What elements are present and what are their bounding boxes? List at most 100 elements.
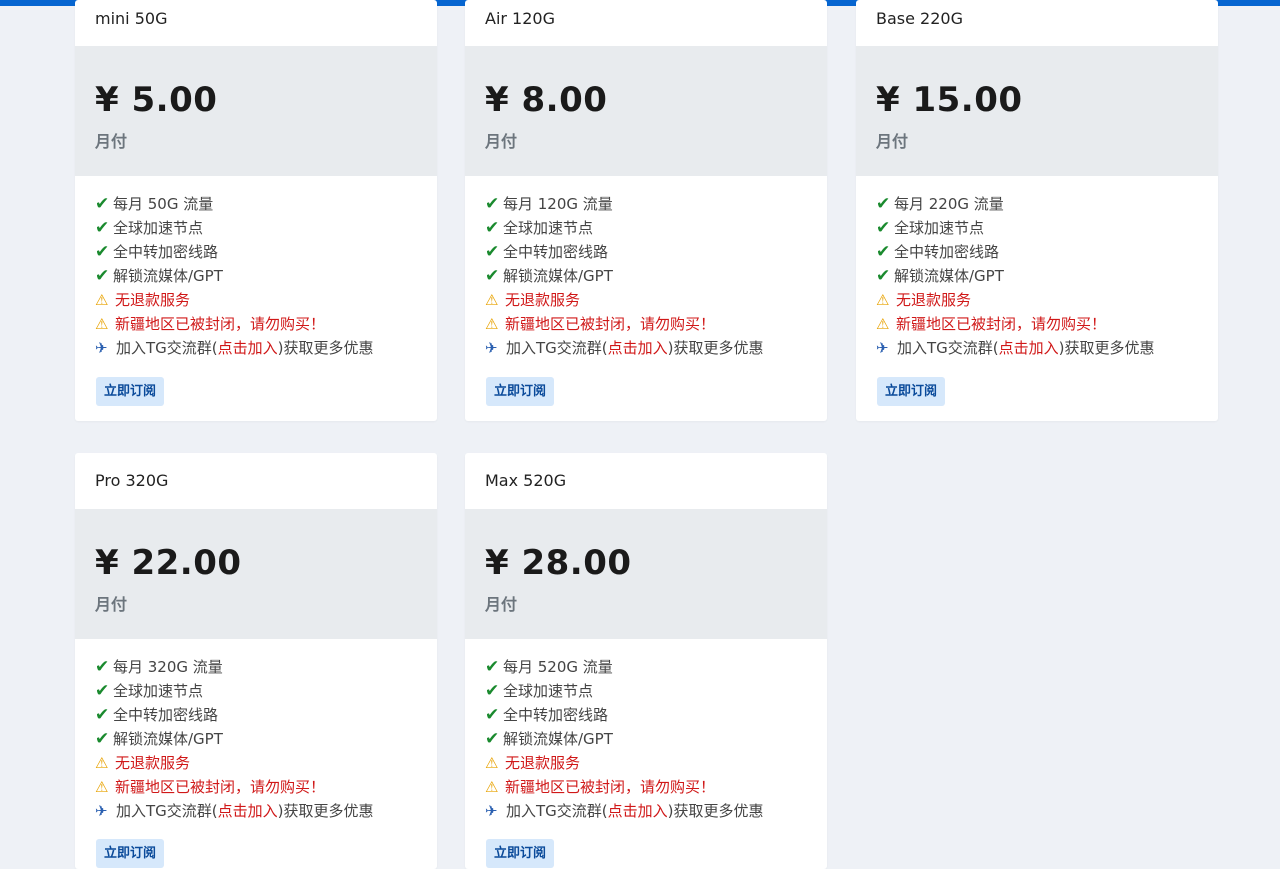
subscribe-button[interactable]: 立即订阅	[486, 839, 555, 868]
warning-icon: ⚠	[876, 315, 890, 333]
feature-item: ✔ 全中转加密线路	[95, 242, 219, 262]
region-warning: ⚠ 新疆地区已被封闭，请勿购买！	[485, 312, 764, 336]
subscribe-button[interactable]: 立即订阅	[96, 839, 165, 868]
subscribe-button[interactable]: 立即订阅	[96, 377, 165, 406]
subscribe-button[interactable]: 立即订阅	[877, 377, 946, 406]
plane-icon: ✈	[485, 339, 498, 357]
feature-list: ✔ 每月 50G 流量 ✔ 全球加速节点 ✔ 全中转加密线路 ✔ 解锁流媒体/GPT ⚠…	[95, 192, 374, 360]
feature-item: ✔ 解锁流媒体/GPT	[95, 729, 223, 749]
feature-list: ✔ 每月 520G 流量 ✔ 全球加速节点 ✔ 全中转加密线路 ✔ 解锁流媒体/GPT …	[485, 655, 764, 823]
no-refund-notice: ⚠ 无退款服务	[485, 288, 764, 312]
plan-price: ¥ 8.00	[485, 80, 608, 120]
warning-icon: ⚠	[95, 291, 109, 309]
tg-group-promo: ✈ 加入TG交流群(点击加入)获取更多优惠	[485, 799, 764, 823]
price-block: ¥ 28.00 月付	[465, 509, 827, 639]
warning-icon: ⚠	[485, 778, 499, 796]
billing-period: 月付	[485, 595, 518, 614]
join-tg-link[interactable]: 点击加入	[218, 802, 278, 820]
check-icon: ✔	[485, 218, 500, 238]
check-icon: ✔	[876, 218, 891, 238]
feature-item: ✔ 全中转加密线路	[485, 242, 609, 262]
billing-period: 月付	[876, 132, 909, 151]
check-icon: ✔	[95, 242, 110, 262]
plan-name: Pro 320G	[95, 471, 169, 490]
no-refund-notice: ⚠ 无退款服务	[95, 751, 374, 775]
join-tg-link[interactable]: 点击加入	[608, 802, 668, 820]
feature-item: ✔ 每月 120G 流量	[485, 194, 613, 214]
feature-list: ✔ 每月 120G 流量 ✔ 全球加速节点 ✔ 全中转加密线路 ✔ 解锁流媒体/GPT …	[485, 192, 764, 360]
warning-icon: ⚠	[95, 754, 109, 772]
tg-group-promo: ✈ 加入TG交流群(点击加入)获取更多优惠	[485, 336, 764, 360]
plan-card-mini: mini 50G ¥ 5.00 月付 ✔ 每月 50G 流量 ✔ 全球加速节点 ✔ 全…	[75, 0, 437, 421]
feature-item: ✔ 全球加速节点	[485, 218, 594, 238]
feature-item: ✔ 全球加速节点	[95, 218, 204, 238]
feature-item: ✔ 全中转加密线路	[485, 705, 609, 725]
check-icon: ✔	[485, 242, 500, 262]
join-tg-link[interactable]: 点击加入	[999, 339, 1059, 357]
warning-icon: ⚠	[485, 315, 499, 333]
check-icon: ✔	[485, 729, 500, 749]
feature-item: ✔ 解锁流媒体/GPT	[95, 266, 223, 286]
price-block: ¥ 5.00 月付	[75, 46, 437, 176]
check-icon: ✔	[876, 266, 891, 286]
check-icon: ✔	[485, 681, 500, 701]
warning-icon: ⚠	[485, 754, 499, 772]
plan-price: ¥ 28.00	[485, 543, 632, 583]
plane-icon: ✈	[876, 339, 889, 357]
region-warning: ⚠ 新疆地区已被封闭，请勿购买！	[95, 775, 374, 799]
feature-list: ✔ 每月 220G 流量 ✔ 全球加速节点 ✔ 全中转加密线路 ✔ 解锁流媒体/GPT …	[876, 192, 1155, 360]
check-icon: ✔	[95, 657, 110, 677]
plan-price: ¥ 22.00	[95, 543, 242, 583]
check-icon: ✔	[95, 194, 110, 214]
plan-card-max: Max 520G ¥ 28.00 月付 ✔ 每月 520G 流量 ✔ 全球加速节点 …	[465, 453, 827, 869]
subscribe-button[interactable]: 立即订阅	[486, 377, 555, 406]
feature-item: ✔ 每月 50G 流量	[95, 194, 214, 214]
check-icon: ✔	[876, 242, 891, 262]
join-tg-link[interactable]: 点击加入	[218, 339, 278, 357]
plan-name: Base 220G	[876, 9, 963, 28]
plan-card-pro: Pro 320G ¥ 22.00 月付 ✔ 每月 320G 流量 ✔ 全球加速节点 …	[75, 453, 437, 869]
tg-group-promo: ✈ 加入TG交流群(点击加入)获取更多优惠	[876, 336, 1155, 360]
feature-item: ✔ 每月 320G 流量	[95, 657, 223, 677]
warning-icon: ⚠	[485, 291, 499, 309]
check-icon: ✔	[95, 266, 110, 286]
check-icon: ✔	[95, 681, 110, 701]
plane-icon: ✈	[485, 802, 498, 820]
warning-icon: ⚠	[95, 778, 109, 796]
tg-group-promo: ✈ 加入TG交流群(点击加入)获取更多优惠	[95, 336, 374, 360]
billing-period: 月付	[95, 132, 128, 151]
warning-icon: ⚠	[876, 291, 890, 309]
check-icon: ✔	[95, 218, 110, 238]
plan-name: mini 50G	[95, 9, 168, 28]
feature-item: ✔ 全球加速节点	[95, 681, 204, 701]
plane-icon: ✈	[95, 339, 108, 357]
feature-item: ✔ 全球加速节点	[485, 681, 594, 701]
price-block: ¥ 15.00 月付	[856, 46, 1218, 176]
feature-item: ✔ 全中转加密线路	[95, 705, 219, 725]
check-icon: ✔	[485, 705, 500, 725]
feature-item: ✔ 全球加速节点	[876, 218, 985, 238]
price-block: ¥ 22.00 月付	[75, 509, 437, 639]
region-warning: ⚠ 新疆地区已被封闭，请勿购买！	[485, 775, 764, 799]
warning-icon: ⚠	[95, 315, 109, 333]
feature-item: ✔ 解锁流媒体/GPT	[876, 266, 1004, 286]
region-warning: ⚠ 新疆地区已被封闭，请勿购买！	[876, 312, 1155, 336]
feature-item: ✔ 解锁流媒体/GPT	[485, 266, 613, 286]
no-refund-notice: ⚠ 无退款服务	[485, 751, 764, 775]
plane-icon: ✈	[95, 802, 108, 820]
feature-list: ✔ 每月 320G 流量 ✔ 全球加速节点 ✔ 全中转加密线路 ✔ 解锁流媒体/GPT …	[95, 655, 374, 823]
plan-card-base: Base 220G ¥ 15.00 月付 ✔ 每月 220G 流量 ✔ 全球加速节点…	[856, 0, 1218, 421]
check-icon: ✔	[485, 657, 500, 677]
billing-period: 月付	[95, 595, 128, 614]
feature-item: ✔ 每月 520G 流量	[485, 657, 613, 677]
feature-item: ✔ 每月 220G 流量	[876, 194, 1004, 214]
plan-name: Air 120G	[485, 9, 555, 28]
plan-price: ¥ 15.00	[876, 80, 1023, 120]
check-icon: ✔	[95, 729, 110, 749]
plan-price: ¥ 5.00	[95, 80, 218, 120]
region-warning: ⚠ 新疆地区已被封闭，请勿购买！	[95, 312, 374, 336]
join-tg-link[interactable]: 点击加入	[608, 339, 668, 357]
feature-item: ✔ 解锁流媒体/GPT	[485, 729, 613, 749]
no-refund-notice: ⚠ 无退款服务	[876, 288, 1155, 312]
plan-name: Max 520G	[485, 471, 567, 490]
